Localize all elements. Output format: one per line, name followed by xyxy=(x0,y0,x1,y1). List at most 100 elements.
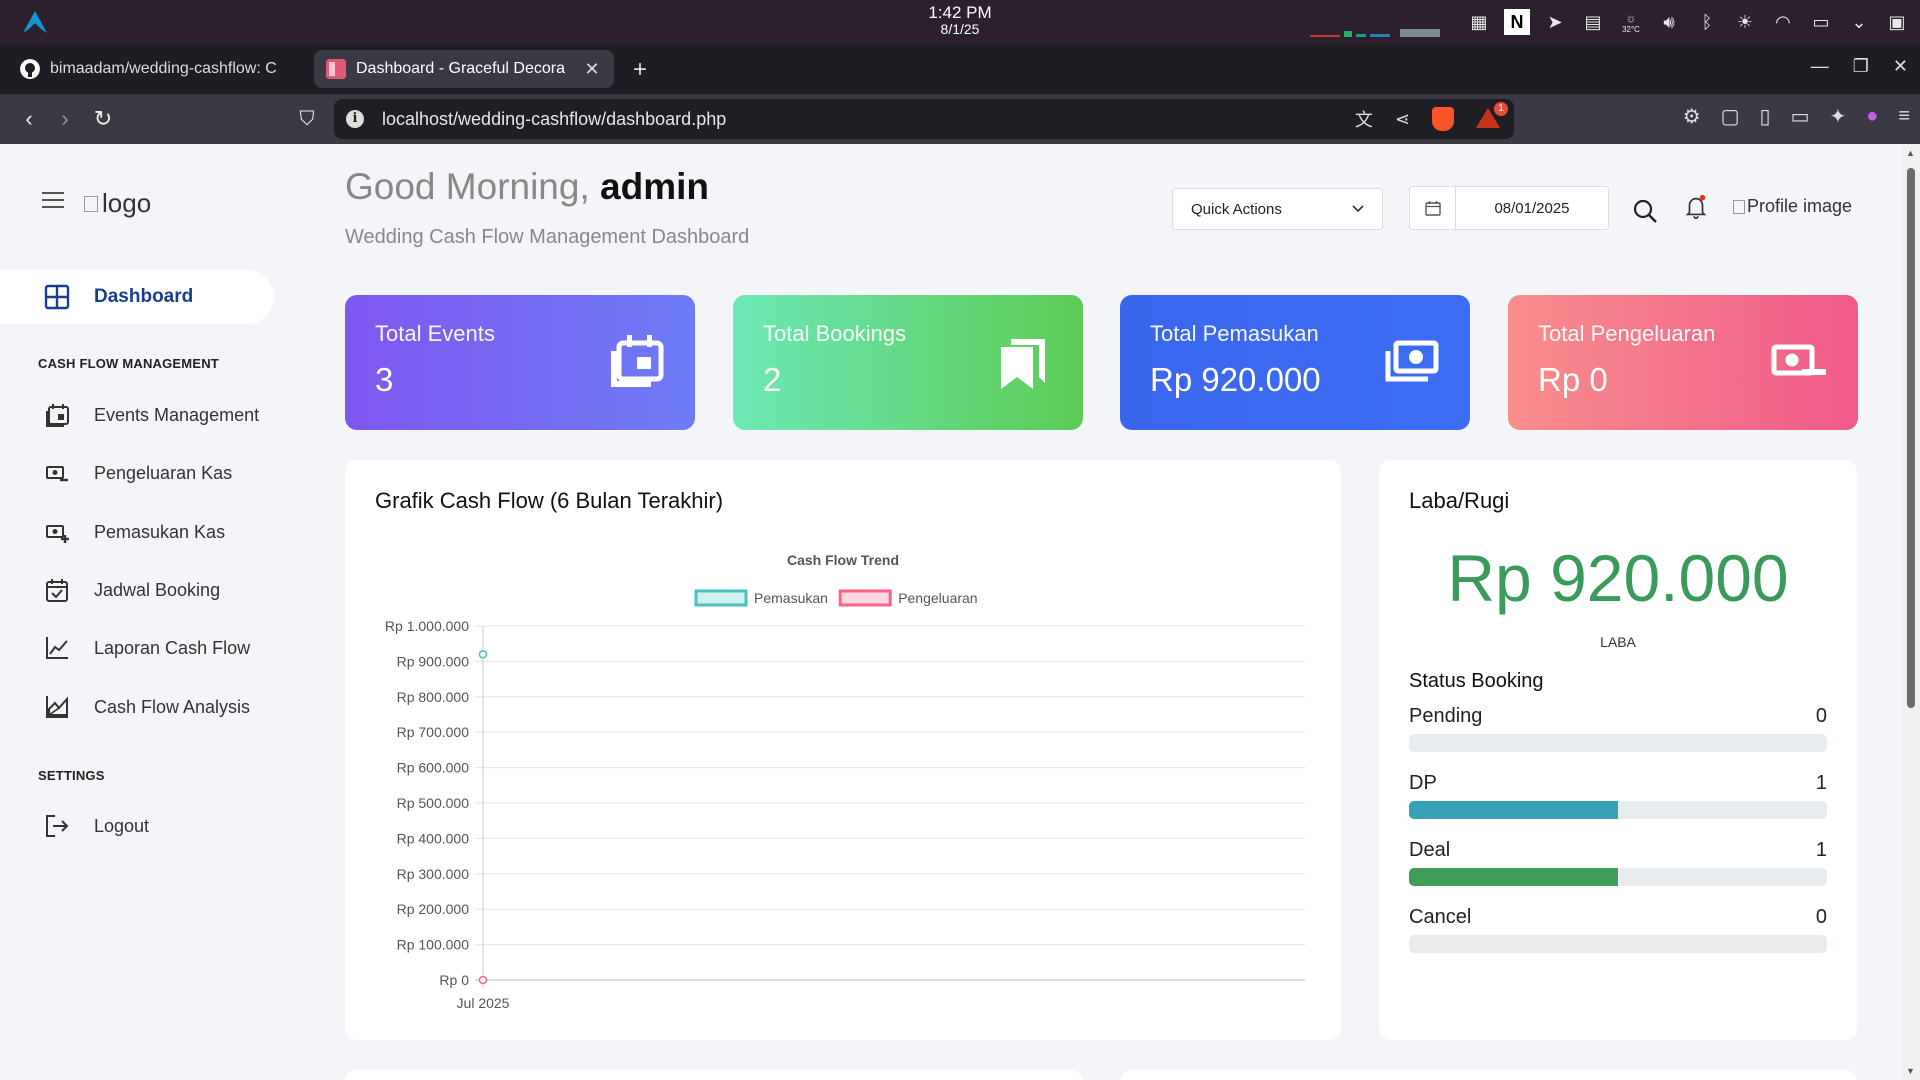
status-row-cancel: Cancel 0 xyxy=(1409,906,1827,953)
clock-date: 8/1/25 xyxy=(940,21,980,37)
labarugi-label: LABA xyxy=(1600,634,1636,650)
screenshot-icon[interactable]: ▢ xyxy=(1721,104,1740,129)
url-text[interactable]: localhost/wedding-cashflow/dashboard.php xyxy=(382,109,1355,130)
weather-temp: 32°C xyxy=(1622,24,1640,34)
system-monitor-graph xyxy=(1310,29,1440,37)
minimize-icon[interactable]: — xyxy=(1811,56,1829,77)
legend-swatch-1 xyxy=(838,589,892,607)
date-value[interactable]: 08/01/2025 xyxy=(1456,200,1608,217)
section-title-cashflow: CASH FLOW MANAGEMENT xyxy=(38,356,219,371)
tab-dashboard[interactable]: Dashboard - Graceful Decora ✕ xyxy=(314,50,614,88)
brave-rewards-icon[interactable]: 1 xyxy=(1476,102,1508,130)
browser-tab-bar: bimaadam/wedding-cashflow: C Dashboard -… xyxy=(0,44,1920,94)
close-tab-icon[interactable]: ✕ xyxy=(582,59,602,80)
telegram-icon[interactable]: ➤ xyxy=(1542,9,1568,35)
translate-icon[interactable]: 文 xyxy=(1355,106,1373,132)
brightness-icon[interactable]: ☀ xyxy=(1732,9,1758,35)
sidebar-item-events[interactable]: Events Management xyxy=(44,402,259,428)
menu-icon[interactable]: ≡ xyxy=(1898,105,1910,128)
status-label: Cancel xyxy=(1409,906,1472,928)
status-label: Pending xyxy=(1409,705,1483,727)
share-icon[interactable]: ⋖ xyxy=(1395,109,1410,130)
clock-time: 1:42 PM xyxy=(928,3,992,22)
sidebar-item-jadwal[interactable]: Jadwal Booking xyxy=(44,577,220,603)
site-info-icon[interactable]: i xyxy=(346,110,364,128)
logo-alt-text: logo xyxy=(102,188,152,218)
sidebar: logo Dashboard CASH FLOW MANAGEMENT Even… xyxy=(0,144,300,1080)
area-chart-icon xyxy=(46,696,68,718)
github-icon xyxy=(20,59,40,79)
restore-icon[interactable]: ❐ xyxy=(1853,56,1869,77)
status-count: 0 xyxy=(1815,705,1827,727)
y-tick-label-2: Rp 200.000 xyxy=(397,901,470,917)
os-clock[interactable]: 1:42 PM 8/1/25 xyxy=(900,3,1020,37)
scrollbar-thumb[interactable] xyxy=(1907,168,1915,708)
sidebar-item-pengeluaran[interactable]: Pengeluaran Kas xyxy=(44,460,232,486)
sidebar-item-label: Jadwal Booking xyxy=(94,579,221,600)
sidebar-item-dashboard[interactable]: Dashboard xyxy=(0,270,274,324)
cashflow-line-chart[interactable]: Cash Flow Trend Pemasukan Pengeluaran Rp 0 R… xyxy=(345,460,1341,1040)
reload-icon[interactable]: ↻ xyxy=(88,104,118,134)
brave-shields-icon[interactable] xyxy=(1432,107,1454,131)
forward-icon[interactable]: › xyxy=(50,104,80,134)
grid-apps-icon[interactable]: ▦ xyxy=(1466,9,1492,35)
status-label: Deal xyxy=(1409,839,1451,861)
battery-icon[interactable]: ▭ xyxy=(1808,9,1834,35)
greeting-user: admin xyxy=(600,166,709,207)
address-bar[interactable]: i localhost/wedding-cashflow/dashboard.p… xyxy=(334,99,1514,139)
y-tick-label-1: Rp 100.000 xyxy=(397,937,470,953)
vpn-icon[interactable]: ● xyxy=(1866,105,1878,128)
desktop-icon[interactable]: ▣ xyxy=(1884,9,1910,35)
quick-actions-dropdown[interactable]: Quick Actions xyxy=(1172,188,1383,230)
new-tab-icon[interactable]: + xyxy=(628,56,652,84)
leo-ai-icon[interactable]: ✦ xyxy=(1829,104,1846,129)
profile-alt-text: Profile image xyxy=(1747,196,1853,216)
os-top-bar: 1:42 PM 8/1/25 ▦ N ➤ ▤ ☼ 32°C 🔊︎ ᛒ ☀ ◠ ▭ … xyxy=(0,0,1920,44)
site-favicon-icon xyxy=(326,59,346,79)
logo[interactable]: logo xyxy=(84,188,151,219)
y-tick-label-7: Rp 700.000 xyxy=(397,724,470,740)
wallet-icon[interactable]: ▭ xyxy=(1791,104,1810,129)
wifi-icon[interactable]: ◠ xyxy=(1770,9,1796,35)
sidebar-item-logout[interactable]: Logout xyxy=(44,813,149,839)
sidebar-item-analysis[interactable]: Cash Flow Analysis xyxy=(44,694,250,720)
extensions-icon[interactable]: ⚙ xyxy=(1683,104,1701,129)
profile-image[interactable]: Profile image xyxy=(1733,196,1852,217)
sidebar-item-label: Pengeluaran Kas xyxy=(94,462,233,483)
sidebar-item-laporan[interactable]: Laporan Cash Flow xyxy=(44,635,250,661)
money-out-icon xyxy=(46,466,68,482)
hamburger-menu-icon[interactable] xyxy=(42,192,64,210)
clipboard-icon[interactable]: ▤ xyxy=(1580,9,1606,35)
sidebar-item-pemasukan[interactable]: Pemasukan Kas xyxy=(44,519,225,545)
close-window-icon[interactable]: ✕ xyxy=(1893,56,1908,77)
money-off-icon xyxy=(1771,344,1826,376)
date-picker[interactable]: 08/01/2025 xyxy=(1409,186,1609,230)
bell-icon[interactable] xyxy=(1683,194,1709,220)
weather-icon[interactable]: ☼ 32°C xyxy=(1618,9,1644,35)
scroll-up-icon[interactable]: ▲ xyxy=(1906,148,1915,158)
page-scrollbar[interactable]: ▲ ▼ xyxy=(1902,144,1920,1080)
calendar-icon[interactable] xyxy=(1410,187,1456,229)
scroll-down-icon[interactable]: ▼ xyxy=(1906,1066,1915,1076)
cashflow-chart-panel: Grafik Cash Flow (6 Bulan Terakhir) Cash… xyxy=(345,460,1341,1040)
sidebar-toggle-icon[interactable]: ▯ xyxy=(1760,104,1771,129)
sidebar-item-label: Events Management xyxy=(94,404,260,425)
bookmark-icon[interactable]: ⛉ xyxy=(292,104,322,134)
chevron-down-icon xyxy=(1352,205,1364,213)
tab-github[interactable]: bimaadam/wedding-cashflow: C xyxy=(8,50,308,88)
notion-icon[interactable]: N xyxy=(1504,9,1530,35)
back-icon[interactable]: ‹ xyxy=(14,104,44,134)
arch-logo-icon[interactable] xyxy=(22,10,48,34)
y-tick-label-10: Rp 1.000.000 xyxy=(385,618,469,634)
status-count: 0 xyxy=(1815,906,1827,928)
status-row-pending: Pending 0 xyxy=(1409,705,1827,752)
page-subtitle: Wedding Cash Flow Management Dashboard xyxy=(345,226,750,248)
bluetooth-icon[interactable]: ᛒ xyxy=(1694,9,1720,35)
y-tick-label-8: Rp 800.000 xyxy=(397,689,470,705)
dashboard-grid-icon xyxy=(44,284,70,310)
y-tick-label-9: Rp 900.000 xyxy=(397,653,470,669)
stat-card-total-pengeluaran: Total Pengeluaran Rp 0 xyxy=(1508,295,1858,430)
search-icon[interactable] xyxy=(1632,198,1658,224)
volume-icon[interactable]: 🔊︎ xyxy=(1656,9,1682,35)
chevron-down-icon[interactable]: ⌄ xyxy=(1846,9,1872,35)
